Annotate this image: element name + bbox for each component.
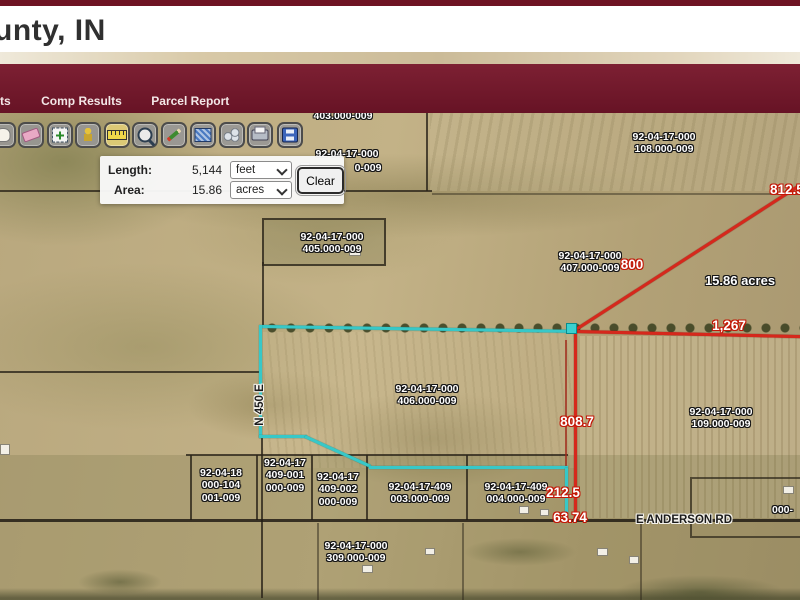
length-unit-value: feet: [236, 164, 255, 176]
magnifier-icon: [138, 128, 153, 143]
nav-item-results-partial[interactable]: ts: [0, 94, 11, 108]
measure-label-63-74: 63.74: [553, 510, 587, 526]
chevron-down-icon: [276, 184, 287, 195]
area-value: 15.86: [172, 183, 222, 197]
parcel-label-409-001: 92-04-17409-001000-009: [264, 457, 306, 494]
site-header: unty, IN: [0, 6, 800, 52]
parcel-label-407-000-009: 92-04-17-000407.000-009: [558, 250, 621, 275]
save-tool-button[interactable]: [277, 122, 303, 148]
cluster-tool-button[interactable]: [219, 122, 245, 148]
pan-tool-button[interactable]: [0, 122, 16, 148]
road-label-n-450-e: N 450 E: [254, 384, 268, 426]
main-navbar: ts Comp Results Parcel Report: [0, 64, 800, 113]
overview-map-tool-button[interactable]: [190, 122, 216, 148]
length-value: 5,144: [172, 163, 222, 177]
area-label: Area:: [114, 183, 145, 197]
select-area-tool-button[interactable]: [47, 122, 73, 148]
nav-item-parcel-report[interactable]: Parcel Report: [151, 94, 229, 108]
header-divider-strip: [0, 52, 800, 64]
map-viewport[interactable]: 403.000-009 92-04-17-000108.000-009 92-04-…: [0, 113, 800, 600]
parcel-label-partial-000: 000-: [772, 504, 793, 516]
length-label: Length:: [108, 163, 152, 177]
zoom-tool-button[interactable]: [132, 122, 158, 148]
chevron-down-icon: [276, 164, 287, 175]
measure-tool-button[interactable]: [104, 122, 130, 148]
identify-tool-button[interactable]: [75, 122, 101, 148]
area-unit-value: acres: [236, 184, 264, 196]
printer-icon: [252, 130, 269, 141]
parcel-label-109-000-009: 92-04-17-000109.000-009: [689, 406, 752, 431]
area-unit-select[interactable]: acres: [230, 181, 292, 199]
pencil-icon: [167, 128, 182, 141]
person-icon: [82, 128, 94, 142]
measure-label-812-5: 812.5: [770, 182, 800, 198]
parcel-label-409-003: 92-04-17-409003.000-009: [388, 481, 451, 506]
parcel-label-406-000-009: 92-04-17-000406.000-009: [395, 383, 458, 408]
measure-label-1267: 1,267: [712, 318, 746, 334]
parcel-label-403-000-009: 403.000-009: [314, 113, 373, 122]
map-icon: [195, 128, 212, 142]
print-tool-button[interactable]: [247, 122, 273, 148]
parcel-label-405-000-009: 92-04-17-000405.000-009: [300, 231, 363, 256]
eraser-tool-button[interactable]: [18, 122, 44, 148]
parcel-label-409-004: 92-04-17-409004.000-009: [484, 481, 547, 506]
floppy-icon: [282, 128, 298, 143]
ruler-icon: [107, 130, 127, 140]
measure-label-800: 800: [621, 257, 644, 273]
parcel-label-409-002: 92-04-17409-002000-009: [317, 471, 359, 508]
clear-button[interactable]: Clear: [297, 167, 344, 194]
parcel-label-108-000-009: 92-04-17-000108.000-009: [632, 131, 695, 156]
draw-tool-button[interactable]: [161, 122, 187, 148]
eraser-icon: [21, 127, 40, 142]
measurement-panel: Length: 5,144 feet Area: 15.86 acres Cle…: [100, 156, 344, 204]
select-plus-icon: [52, 128, 68, 143]
area-label-15-86-acres: 15.86 acres: [705, 273, 775, 288]
nav-item-comp-results[interactable]: Comp Results: [41, 94, 122, 108]
parcel-label-92-04-18-000-104: 92-04-18000-104001-009: [200, 467, 242, 504]
parcel-label-309-000-009: 92-04-17-000309.000-009: [324, 540, 387, 565]
road-label-e-anderson-rd: E ANDERSON RD: [636, 514, 732, 528]
bubbles-icon: [224, 129, 240, 142]
page-title: unty, IN: [0, 14, 106, 48]
length-unit-select[interactable]: feet: [230, 161, 292, 179]
hand-icon: [0, 128, 11, 142]
parcel-label-404-line2: 0-009: [355, 162, 382, 174]
measure-label-212-5: 212.5: [546, 485, 580, 501]
measure-label-808-7: 808.7: [560, 414, 594, 430]
